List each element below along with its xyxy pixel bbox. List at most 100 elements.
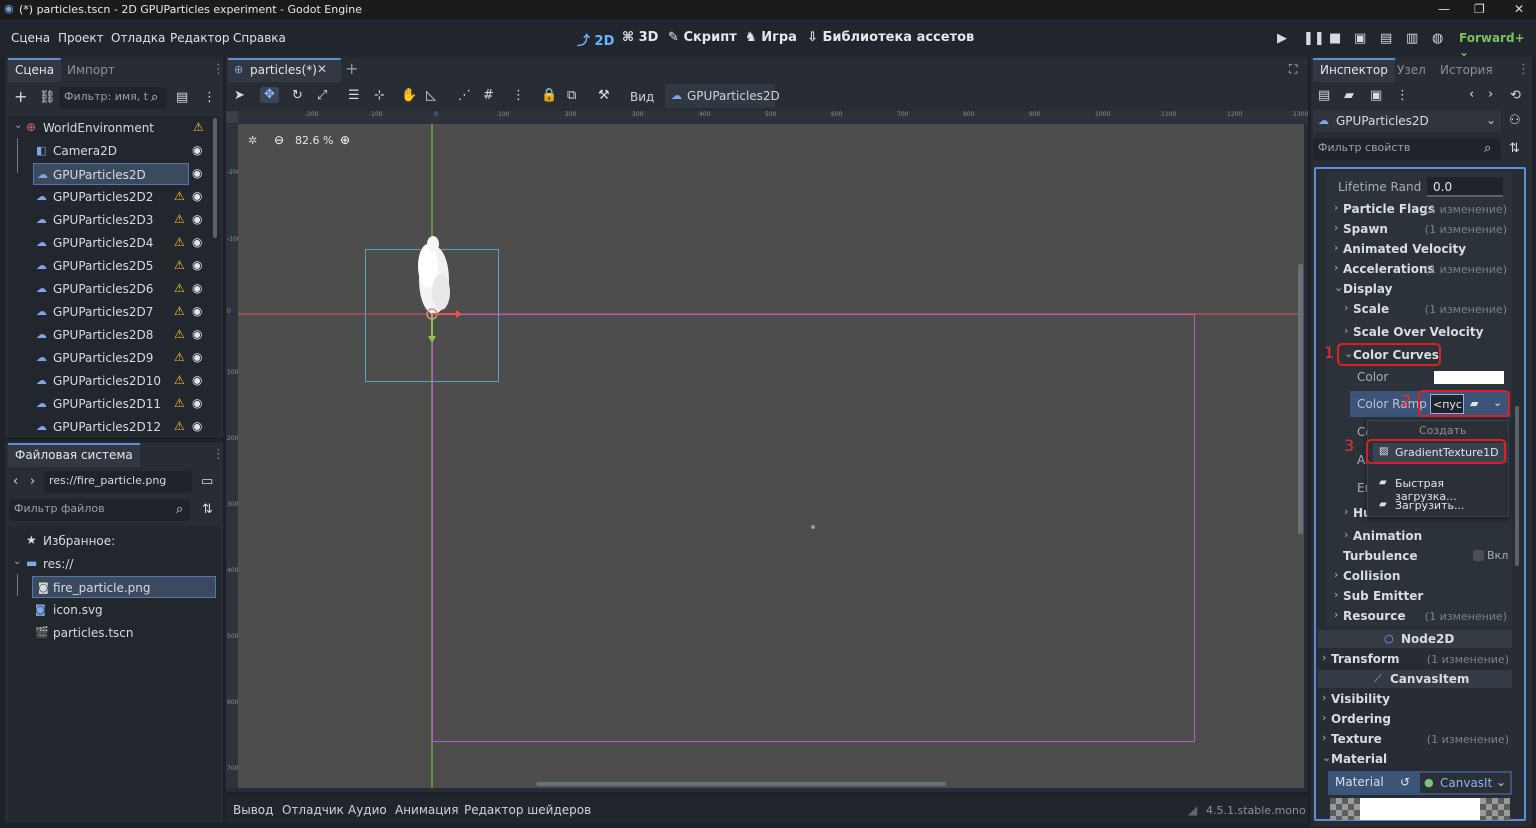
warning-icon[interactable]: ⚠ <box>174 189 185 203</box>
tab-node[interactable]: Узел <box>1390 58 1433 82</box>
menu-item-load[interactable]: ▰ Загрузить... <box>1373 496 1507 516</box>
zoom-in-icon[interactable]: ⊕ <box>340 133 350 147</box>
workspace-assetlib[interactable]: ⇩ Библиотека ассетов <box>807 30 974 45</box>
prop-display[interactable]: ⌄ Display <box>1330 279 1510 299</box>
ruler-tool-icon[interactable]: ◺ <box>426 89 436 103</box>
tree-row[interactable]: ☁ GPUParticles2D2 ⚠ ◉ <box>10 186 210 208</box>
scene-scrollbar[interactable] <box>213 118 217 238</box>
tree-row[interactable]: ☁ GPUParticles2D3 ⚠ ◉ <box>10 209 210 231</box>
save-resource-icon[interactable]: ▣ <box>1370 89 1382 103</box>
new-resource-icon[interactable]: ▤ <box>1318 89 1330 103</box>
prop-scale[interactable]: › Scale (1 изменение) <box>1340 299 1510 319</box>
prop-animation[interactable]: › Animation <box>1340 526 1510 546</box>
warning-icon[interactable]: ⚠ <box>174 258 185 272</box>
split-view-icon[interactable]: ▭ <box>201 475 213 489</box>
load-resource-icon[interactable]: ▰ <box>1344 89 1354 103</box>
workspace-script[interactable]: ✎ Скрипт <box>668 30 737 45</box>
tree-row[interactable]: ☁ GPUParticles2D11 ⚠ ◉ <box>10 393 210 415</box>
movie-maker-icon[interactable]: ◍ <box>1432 32 1443 46</box>
tree-row[interactable]: ◧ Camera2D ◉ <box>10 140 210 162</box>
history-back-icon[interactable]: ‹ <box>1469 88 1474 102</box>
revert-icon[interactable]: ↺ <box>1400 775 1410 789</box>
prop-ordering[interactable]: › Ordering <box>1318 709 1512 729</box>
play-icon[interactable]: ▶ <box>1277 32 1287 46</box>
tree-row[interactable]: ☁ GPUParticles2D4 ⚠ ◉ <box>10 232 210 254</box>
menu-project[interactable]: Проект <box>58 31 104 45</box>
resource-menu-icon[interactable]: ⋮ <box>1396 89 1409 103</box>
close-tab-icon[interactable]: ✕ <box>317 62 327 76</box>
warning-icon[interactable]: ⚠ <box>174 327 185 341</box>
lifetime-rand-field[interactable]: 0.0 <box>1427 177 1503 197</box>
menu-editor[interactable]: Редактор <box>170 31 229 45</box>
dock-menu-icon[interactable]: ⋮ <box>212 448 225 462</box>
warning-icon[interactable]: ⚠ <box>174 350 185 364</box>
tree-row[interactable]: ☁ GPUParticles2D10 ⚠ ◉ <box>10 370 210 392</box>
node-menu[interactable]: ☁ GPUParticles2D <box>665 84 780 108</box>
prop-texture[interactable]: › Texture (1 изменение) <box>1318 729 1512 749</box>
viewport-vscroll[interactable] <box>1298 264 1303 534</box>
pan-tool-icon[interactable]: ✋ <box>401 89 417 103</box>
tab-shader-editor[interactable]: Редактор шейдеров <box>464 803 591 817</box>
sort-icon[interactable]: ⇅ <box>202 503 213 517</box>
warning-icon[interactable]: ⚠ <box>174 419 185 433</box>
tab-debugger[interactable]: Отладчик <box>282 803 344 817</box>
bone-icon[interactable]: ⚒ <box>598 89 610 103</box>
favorites-row[interactable]: ★ Избранное: <box>10 530 216 552</box>
script-attach-icon[interactable]: ▤ <box>176 91 188 105</box>
prop-visibility[interactable]: › Visibility <box>1318 689 1512 709</box>
turbulence-checkbox[interactable] <box>1473 550 1484 561</box>
distraction-free-icon[interactable]: ⛶ <box>1289 62 1297 77</box>
menu-debug[interactable]: Отладка <box>111 31 165 45</box>
tree-row[interactable]: ☁ GPUParticles2D9 ⚠ ◉ <box>10 347 210 369</box>
warning-icon[interactable]: ⚠ <box>193 120 204 134</box>
file-row-selected[interactable]: ◙ fire_particle.png <box>32 576 216 598</box>
stop-icon[interactable]: ■ <box>1329 32 1341 46</box>
tree-row-selected[interactable]: ☁ GPUParticles2D <box>33 163 189 185</box>
scale-tool-icon[interactable]: ⤢ <box>317 89 327 103</box>
object-history-icon[interactable]: ⟲ <box>1510 89 1521 103</box>
visibility-icon[interactable]: ◉ <box>192 419 202 433</box>
pause-icon[interactable]: ❚❚ <box>1303 32 1325 46</box>
back-icon[interactable]: ‹ <box>13 475 18 489</box>
warning-icon[interactable]: ⚠ <box>174 212 185 226</box>
menu-help[interactable]: Справка <box>233 31 286 45</box>
list-select-icon[interactable]: ☰ <box>348 89 360 103</box>
visibility-icon[interactable]: ◉ <box>192 189 202 203</box>
prop-particle-flags[interactable]: › Particle Flags (1 изменение) <box>1330 199 1510 219</box>
viewport-hscroll[interactable] <box>536 782 946 786</box>
prop-accelerations[interactable]: › Accelerations (1 изменение) <box>1330 259 1510 279</box>
dock-menu-icon[interactable]: ⋮ <box>212 63 225 77</box>
tab-import[interactable]: Импорт <box>60 58 122 82</box>
history-forward-icon[interactable]: › <box>1488 88 1493 102</box>
visibility-icon[interactable]: ◉ <box>192 212 202 226</box>
menu-scene[interactable]: Сцена <box>11 31 50 45</box>
tree-row[interactable]: ☁ GPUParticles2D12 ⚠ ◉ <box>10 416 210 436</box>
prop-hue-variation[interactable]: ›Hue <box>1340 503 1380 523</box>
rotate-tool-icon[interactable]: ↻ <box>292 89 303 103</box>
tab-filesystem[interactable]: Файловая система <box>8 443 140 467</box>
inspector-scrollbar[interactable] <box>1515 406 1519 566</box>
dock-menu-icon[interactable]: ⋮ <box>1517 63 1530 77</box>
center-view-icon[interactable]: ✲ <box>248 134 257 147</box>
workspace-game[interactable]: ♞ Игра <box>745 30 797 45</box>
warning-icon[interactable]: ⚠ <box>174 281 185 295</box>
res-folder-row[interactable]: ⌄ ▬ res:// <box>10 553 216 575</box>
collapse-icon[interactable]: ⌄ <box>13 556 21 567</box>
remote-debug-icon[interactable]: ▣ <box>1354 32 1366 46</box>
play-scene-icon[interactable]: ▤ <box>1380 32 1392 46</box>
tree-row[interactable]: ☁ GPUParticles2D6 ⚠ ◉ <box>10 278 210 300</box>
visibility-icon[interactable]: ◉ <box>192 304 202 318</box>
grid-snap-icon[interactable]: # <box>483 89 494 103</box>
zoom-level[interactable]: 82.6 % <box>295 134 333 147</box>
tree-row[interactable]: ☁ GPUParticles2D7 ⚠ ◉ <box>10 301 210 323</box>
material-value[interactable]: ● CanvasIt ⌄ <box>1420 773 1510 793</box>
renderer-select[interactable]: Forward+ ⌄ <box>1459 31 1536 59</box>
file-row[interactable]: 🎬 particles.tscn <box>10 622 216 644</box>
snap-options-icon[interactable]: ⋮ <box>512 89 525 103</box>
tree-row[interactable]: ☁ GPUParticles2D8 ⚠ ◉ <box>10 324 210 346</box>
workspace-2d[interactable]: ⤴ 2D <box>577 30 614 49</box>
prop-resource[interactable]: › Resource (1 изменение) <box>1330 606 1510 626</box>
node-info-icon[interactable]: ⚇ <box>1509 114 1521 128</box>
visibility-icon[interactable]: ◉ <box>192 373 202 387</box>
group-icon[interactable]: ⧉ <box>567 89 576 103</box>
